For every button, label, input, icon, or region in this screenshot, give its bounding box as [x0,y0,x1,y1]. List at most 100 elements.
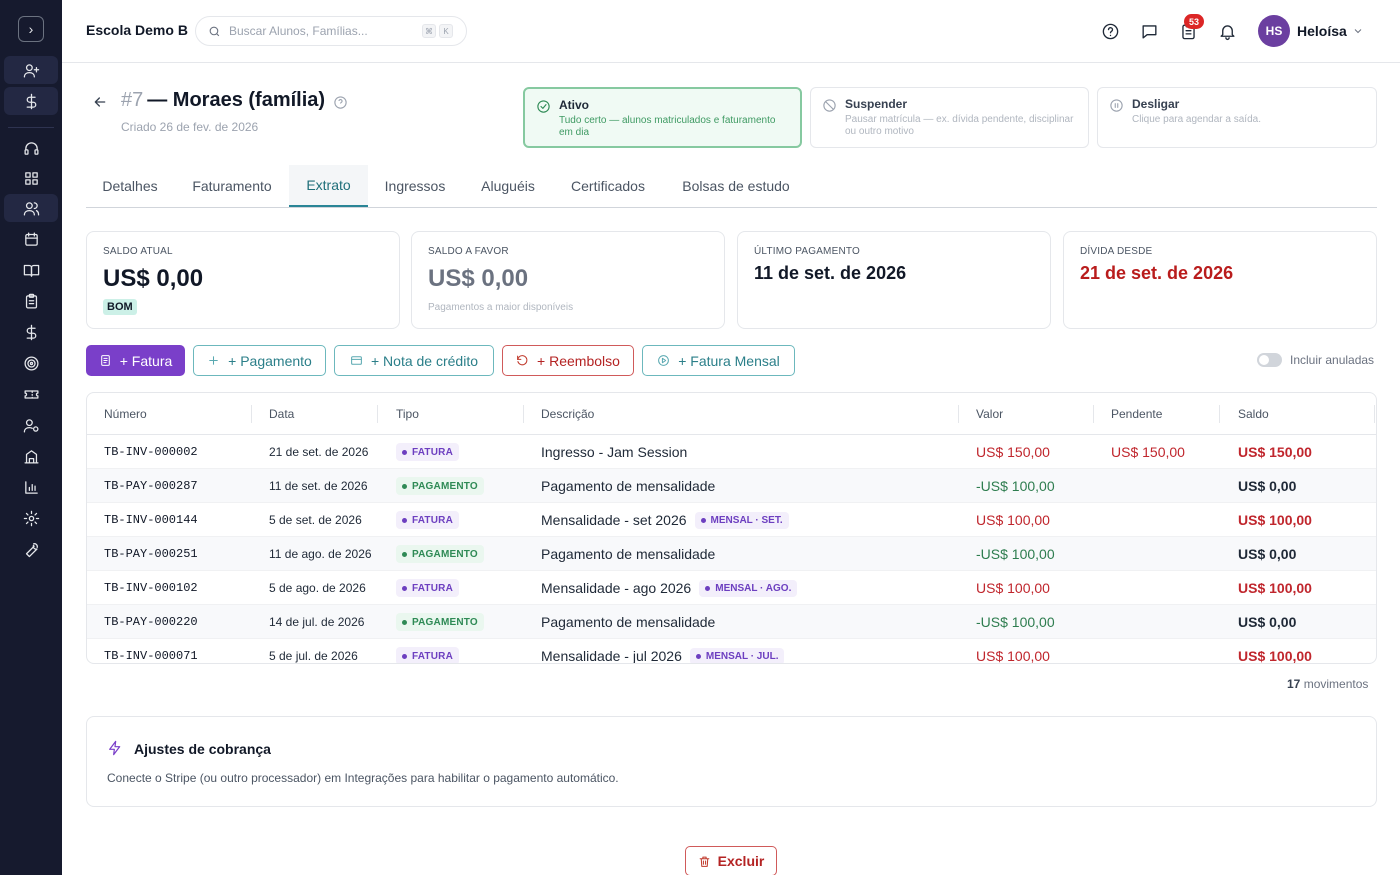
cell-descricao: Mensalidade - ago 2026 MENSAL · AGO. [541,580,798,597]
trash-icon [699,856,709,867]
table-row[interactable]: TB-INV-000002 21 de set. de 2026 FATURA … [87,435,1376,469]
sidebar-toggle-button[interactable]: › [18,16,44,42]
delete-button[interactable]: Excluir [685,846,777,875]
column-header-pendente[interactable]: Pendente [1111,407,1162,421]
tab-certificados[interactable]: Certificados [556,165,660,207]
sidebar-item-staff[interactable] [4,411,58,439]
include-voided-label: Incluir anuladas [1290,353,1375,367]
sidebar-item-tickets[interactable] [4,380,58,408]
sidebar-item-facilities[interactable] [4,442,58,470]
sidebar-item-calendar[interactable] [4,225,58,253]
summary-value: US$ 0,00 [428,265,529,292]
column-header-valor[interactable]: Valor [976,407,1003,421]
cell-numero: TB-INV-000102 [104,581,198,595]
cell-descricao: Mensalidade - jul 2026 MENSAL · JUL. [541,648,785,663]
column-header-data[interactable]: Data [269,407,294,421]
button-label: + Reembolso [537,352,620,369]
column-header-numero[interactable]: Número [104,407,147,421]
billing-settings-card: Ajustes de cobrança Conecte o Stripe (ou… [86,716,1377,807]
tab-faturamento[interactable]: Faturamento [176,165,288,207]
summary-value: 11 de set. de 2026 [754,263,907,283]
add-invoice-button[interactable]: + Fatura [86,345,185,376]
table-row[interactable]: TB-PAY-000220 14 de jul. de 2026 PAGAMEN… [87,605,1376,639]
sidebar-item-finance[interactable] [4,87,58,115]
description-text: Pagamento de mensalidade [541,614,716,630]
add-refund-button[interactable]: + Reembolso [502,345,634,376]
cell-pendente: US$ 150,00 [1111,444,1185,460]
sidebar-item-attendance[interactable] [4,287,58,315]
cell-data: 14 de jul. de 2026 [269,615,365,629]
tab-detalhes[interactable]: Detalhes [86,165,174,207]
column-header-tipo[interactable]: Tipo [396,407,419,421]
avatar[interactable]: HS [1258,15,1290,47]
include-voided-toggle[interactable] [1257,353,1282,367]
type-badge: FATURA [396,579,460,597]
sidebar-item-tools[interactable] [4,535,58,563]
back-button[interactable] [92,94,110,112]
ticket-icon [23,389,39,399]
file-text-icon [100,355,110,366]
sidebar-item-goals[interactable] [4,349,58,377]
help-button[interactable] [1099,20,1121,42]
sidebar-item-families[interactable] [4,194,58,222]
button-label: Excluir [717,853,765,869]
button-label: + Nota de crédito [370,352,478,369]
page-title: #7 — Moraes (família) [121,89,349,112]
status-card-desc: Clique para agendar a saída. [1132,114,1261,125]
add-credit-note-button[interactable]: + Nota de crédito [334,345,494,376]
tab-extrato[interactable]: Extrato [289,165,368,207]
cell-valor: US$ 100,00 [976,648,1050,664]
table-row[interactable]: TB-INV-000144 5 de set. de 2026 FATURA M… [87,503,1376,537]
sidebar-item-support[interactable] [4,134,58,162]
search-box[interactable]: ⌘ K [195,16,467,46]
headset-icon [23,141,39,155]
sidebar-item-settings[interactable] [4,504,58,532]
sidebar-item-add-user[interactable] [4,56,58,84]
statement-table: Número Data Tipo Descrição Valor Pendent… [86,392,1377,664]
cell-valor: US$ 100,00 [976,580,1050,596]
shortcut-key-k: K [439,24,453,38]
sidebar-item-billing[interactable] [4,318,58,346]
table-row[interactable]: TB-INV-000071 5 de jul. de 2026 FATURA M… [87,639,1376,664]
notifications-button[interactable] [1216,20,1238,42]
user-menu-toggle[interactable] [1352,24,1366,38]
search-icon [209,26,220,36]
title-help-button[interactable] [333,93,349,109]
cell-data: 21 de set. de 2026 [269,445,369,459]
cell-saldo: US$ 150,00 [1238,444,1312,460]
status-card-disconnect[interactable]: Desligar Clique para agendar a saída. [1097,87,1377,148]
table-row[interactable]: TB-PAY-000287 11 de set. de 2026 PAGAMEN… [87,469,1376,503]
tab-ingressos[interactable]: Ingressos [370,165,460,207]
summary-label: ÚLTIMO PAGAMENTO [754,246,860,257]
add-monthly-invoice-button[interactable]: + Fatura Mensal [642,345,795,376]
table-row[interactable]: TB-INV-000102 5 de ago. de 2026 FATURA M… [87,571,1376,605]
school-name: Escola Demo B [86,22,188,38]
users-icon [23,201,39,216]
check-circle-icon [536,99,552,115]
bell-icon [1219,24,1235,40]
status-card-suspend[interactable]: Suspender Pausar matrícula — ex. dívida … [810,87,1089,148]
chevron-down-icon [1354,29,1362,34]
tab-bolsas[interactable]: Bolsas de estudo [668,165,804,207]
cell-saldo: US$ 100,00 [1238,580,1312,596]
cell-data: 5 de set. de 2026 [269,513,362,527]
dollar-icon [26,324,36,340]
column-header-saldo[interactable]: Saldo [1238,407,1269,421]
sidebar-item-dashboard[interactable] [4,164,58,192]
tab-alugueis[interactable]: Aluguéis [466,165,550,207]
calendar-icon [24,231,38,246]
messages-button[interactable] [1138,20,1160,42]
status-card-active[interactable]: Ativo Tudo certo — alunos matriculados e… [523,87,802,148]
column-divider [1374,405,1375,423]
column-header-descricao[interactable]: Descrição [541,407,594,421]
sidebar-item-courses[interactable] [4,256,58,284]
sidebar: › [0,0,62,875]
sidebar-item-reports[interactable] [4,473,58,501]
help-circle-icon [1102,23,1118,39]
summary-label: SALDO ATUAL [103,246,173,257]
add-payment-button[interactable]: + Pagamento [193,345,326,376]
table-row[interactable]: TB-PAY-000251 11 de ago. de 2026 PAGAMEN… [87,537,1376,571]
type-badge: FATURA [396,647,460,663]
search-input[interactable] [229,24,419,38]
user-name[interactable]: Heloísa [1297,23,1347,39]
